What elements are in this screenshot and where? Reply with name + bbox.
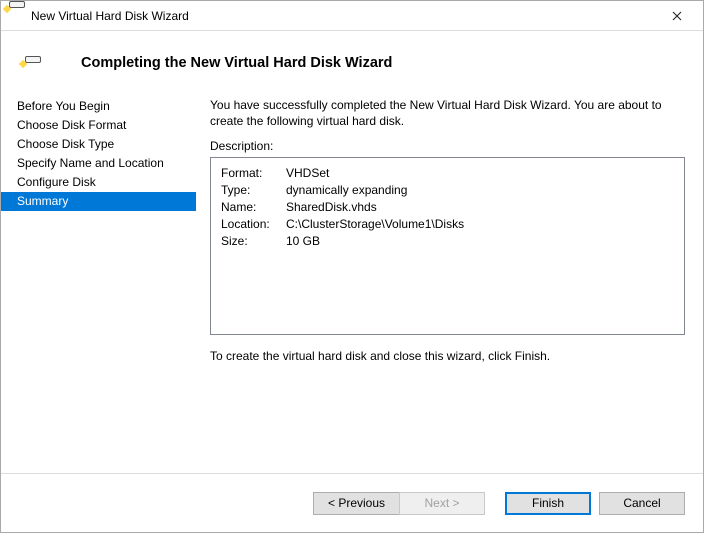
wizard-footer: < Previous Next > Finish Cancel — [1, 473, 703, 532]
description-label: Description: — [210, 139, 685, 153]
outro-text: To create the virtual hard disk and clos… — [210, 349, 685, 363]
previous-button[interactable]: < Previous — [313, 492, 399, 515]
property-row-size: Size: 10 GB — [221, 234, 674, 248]
property-row-location: Location: C:\ClusterStorage\Volume1\Disk… — [221, 217, 674, 231]
property-label: Name: — [221, 200, 286, 214]
property-value: VHDSet — [286, 166, 329, 180]
sidebar-item-configure-disk[interactable]: Configure Disk — [15, 173, 196, 192]
property-label: Location: — [221, 217, 286, 231]
wizard-steps-sidebar: Before You Begin Choose Disk Format Choo… — [1, 95, 196, 473]
property-label: Format: — [221, 166, 286, 180]
sidebar-item-choose-disk-format[interactable]: Choose Disk Format — [15, 116, 196, 135]
property-value: C:\ClusterStorage\Volume1\Disks — [286, 217, 464, 231]
disk-wizard-icon — [9, 8, 25, 24]
window-title: New Virtual Hard Disk Wizard — [31, 9, 189, 23]
property-row-name: Name: SharedDisk.vhds — [221, 200, 674, 214]
close-button[interactable] — [655, 1, 699, 30]
cancel-button[interactable]: Cancel — [599, 492, 685, 515]
property-row-type: Type: dynamically expanding — [221, 183, 674, 197]
property-row-format: Format: VHDSet — [221, 166, 674, 180]
property-value: 10 GB — [286, 234, 320, 248]
finish-button[interactable]: Finish — [505, 492, 591, 515]
sidebar-item-before-you-begin[interactable]: Before You Begin — [15, 97, 196, 116]
sidebar-item-summary[interactable]: Summary — [1, 192, 196, 211]
property-label: Size: — [221, 234, 286, 248]
wizard-content: You have successfully completed the New … — [196, 95, 703, 473]
sidebar-item-choose-disk-type[interactable]: Choose Disk Type — [15, 135, 196, 154]
wizard-header: Completing the New Virtual Hard Disk Wiz… — [1, 31, 703, 95]
property-value: dynamically expanding — [286, 183, 407, 197]
property-label: Type: — [221, 183, 286, 197]
next-button: Next > — [399, 492, 485, 515]
intro-text: You have successfully completed the New … — [210, 97, 685, 129]
title-bar: New Virtual Hard Disk Wizard — [1, 1, 703, 31]
property-value: SharedDisk.vhds — [286, 200, 377, 214]
page-title: Completing the New Virtual Hard Disk Wiz… — [81, 55, 392, 71]
sidebar-item-specify-name-location[interactable]: Specify Name and Location — [15, 154, 196, 173]
description-box: Format: VHDSet Type: dynamically expandi… — [210, 157, 685, 335]
